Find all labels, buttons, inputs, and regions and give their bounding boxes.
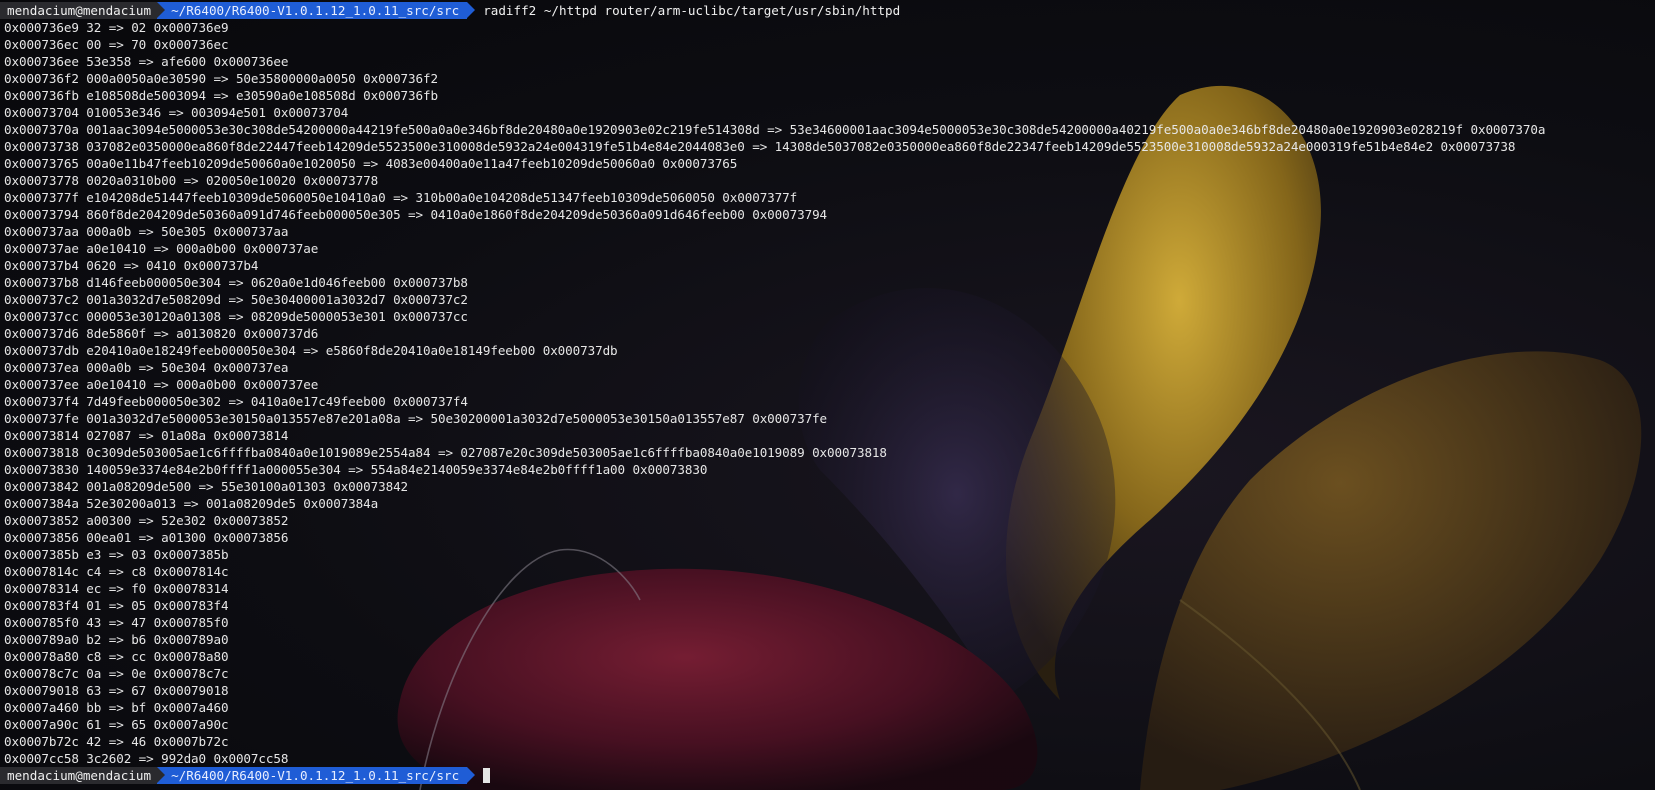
terminal-window[interactable]: mendacium@mendacium ~/R6400/R6400-V1.0.1… [0,0,1655,790]
diff-line: 0x000736f2 000a0050a0e30590 => 50e358000… [4,71,438,86]
diff-line: 0x0007370a 001aac3094e5000053e30c308de54… [4,122,1546,137]
diff-line: 0x0007385b e3 => 03 0x0007385b [4,547,229,562]
diff-line: 0x00078314 ec => f0 0x00078314 [4,581,229,596]
diff-line: 0x000737ae a0e10410 => 000a0b00 0x000737… [4,241,319,256]
diff-line: 0x000737c2 001a3032d7e508209d => 50e3040… [4,292,468,307]
diff-line: 0x00078a80 c8 => cc 0x00078a80 [4,649,229,664]
active-prompt-line[interactable]: mendacium@mendacium ~/R6400/R6400-V1.0.1… [0,767,1654,784]
diff-line: 0x000737b4 0620 => 0410 0x000737b4 [4,258,259,273]
diff-line: 0x000789a0 b2 => b6 0x000789a0 [4,632,229,647]
diff-line: 0x00073738 037082e0350000ea860f8de22447f… [4,139,1516,154]
diff-line: 0x00073704 010053e346 => 003094e501 0x00… [4,105,349,120]
diff-line: 0x00079018 63 => 67 0x00079018 [4,683,229,698]
diff-line: 0x0007384a 52e30200a013 => 001a08209de5 … [4,496,379,511]
diff-line: 0x00073778 0020a0310b00 => 020050e10020 … [4,173,379,188]
diff-line: 0x00073856 00ea01 => a01300 0x00073856 [4,530,289,545]
diff-line: 0x000785f0 43 => 47 0x000785f0 [4,615,229,630]
diff-line: 0x000737b8 d146feeb000050e304 => 0620a0e… [4,275,468,290]
text-cursor[interactable] [483,768,491,783]
diff-line: 0x00073852 a00300 => 52e302 0x00073852 [4,513,289,528]
prompt-path: ~/R6400/R6400-V1.0.1.12_1.0.11_src/src [157,2,476,19]
prompt-path: ~/R6400/R6400-V1.0.1.12_1.0.11_src/src [157,767,476,784]
diff-line: 0x000737fe 001a3032d7e5000053e30150a0135… [4,411,828,426]
diff-line: 0x00073830 140059e3374e84e2b0ffff1a00005… [4,462,708,477]
prompt-user-host: mendacium@mendacium [0,2,158,19]
diff-line: 0x000737f4 7d49feeb000050e302 => 0410a0e… [4,394,468,409]
diff-line: 0x000783f4 01 => 05 0x000783f4 [4,598,229,613]
diff-line: 0x00073794 860f8de204209de50360a091d746f… [4,207,828,222]
diff-line: 0x0007377f e104208de51447feeb10309de5060… [4,190,798,205]
diff-line: 0x000737d6 8de5860f => a0130820 0x000737… [4,326,319,341]
diff-line: 0x00073842 001a08209de500 => 55e30100a01… [4,479,409,494]
diff-line: 0x000737aa 000a0b => 50e305 0x000737aa [4,224,289,239]
command-text: radiff2 ~/httpd router/arm-uclibc/target… [483,3,901,18]
diff-line: 0x0007814c c4 => c8 0x0007814c [4,564,229,579]
diff-line: 0x0007a460 bb => bf 0x0007a460 [4,700,229,715]
diff-line: 0x000736e9 32 => 02 0x000736e9 [4,20,229,35]
diff-line: 0x00073814 027087 => 01a08a 0x00073814 [4,428,289,443]
diff-line: 0x000737cc 000053e30120a01308 => 08209de… [4,309,468,324]
diff-line: 0x000737ee a0e10410 => 000a0b00 0x000737… [4,377,319,392]
command-prompt-line: mendacium@mendacium ~/R6400/R6400-V1.0.1… [0,2,1654,19]
terminal-output: mendacium@mendacium ~/R6400/R6400-V1.0.1… [0,2,1654,784]
diff-line: 0x00073765 00a0e11b47feeb10209de50060a0e… [4,156,738,171]
diff-line: 0x000737ea 000a0b => 50e304 0x000737ea [4,360,289,375]
prompt-user-host: mendacium@mendacium [0,767,158,784]
diff-line: 0x0007cc58 3c2602 => 992da0 0x0007cc58 [4,751,289,766]
diff-line: 0x00078c7c 0a => 0e 0x00078c7c [4,666,229,681]
diff-line: 0x00073818 0c309de503005ae1c6ffffba0840a… [4,445,887,460]
diff-line: 0x000736ee 53e358 => afe600 0x000736ee [4,54,289,69]
diff-line: 0x000737db e20410a0e18249feeb000050e304 … [4,343,618,358]
diff-line: 0x000736fb e108508de5003094 => e30590a0e… [4,88,438,103]
diff-line: 0x000736ec 00 => 70 0x000736ec [4,37,229,52]
diff-line: 0x0007b72c 42 => 46 0x0007b72c [4,734,229,749]
diff-line: 0x0007a90c 61 => 65 0x0007a90c [4,717,229,732]
